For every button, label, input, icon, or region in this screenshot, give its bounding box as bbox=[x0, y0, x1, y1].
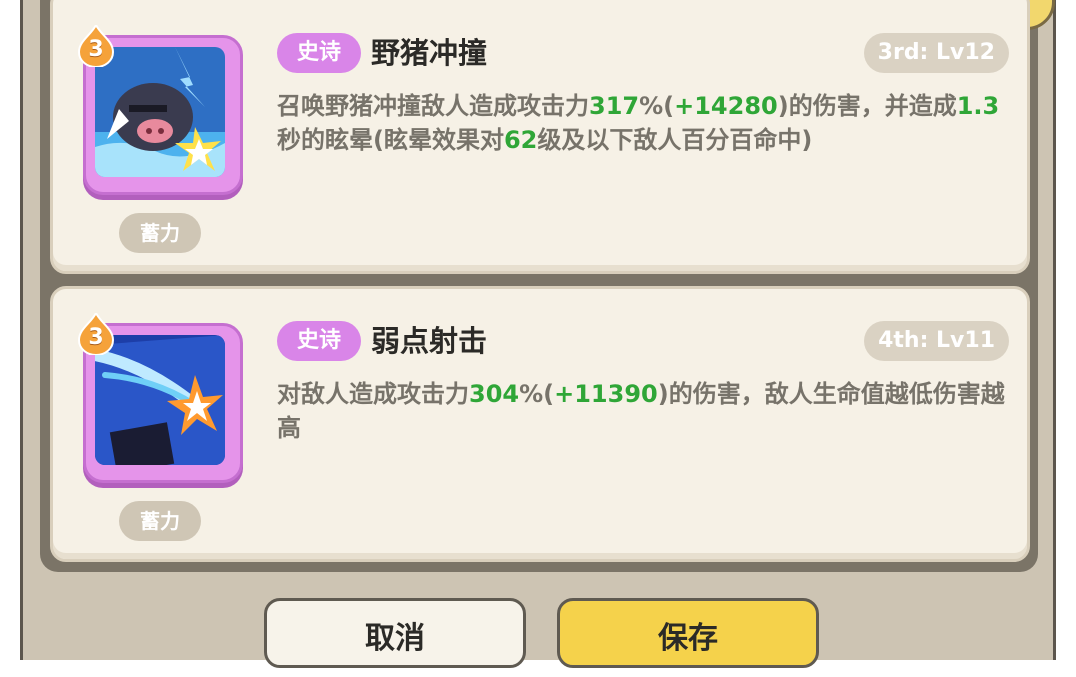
skill-level-badge: 3 bbox=[77, 22, 115, 69]
rarity-tag: 史诗 bbox=[277, 33, 361, 73]
skill-slot-level: 4th: Lv11 bbox=[864, 321, 1009, 361]
skill-card[interactable]: 3 蓄力 史诗 弱点射击 4th: Lv11 对敌人造成攻击力304%(+113… bbox=[50, 286, 1030, 562]
skill-description: 对敌人造成攻击力304%(+11390)的伤害，敌人生命值越低伤害越高 bbox=[277, 380, 1005, 442]
skill-icon-wrap: 3 bbox=[77, 22, 243, 195]
skill-description: 召唤野猪冲撞敌人造成攻击力317%(+14280)的伤害，并造成1.3秒的眩晕(… bbox=[277, 92, 1000, 154]
cancel-button[interactable]: 取消 bbox=[264, 598, 526, 668]
left-margin bbox=[0, 0, 20, 645]
right-margin bbox=[1056, 0, 1076, 645]
skill-slot-level: 3rd: Lv12 bbox=[863, 33, 1009, 73]
skill-icon-wrap: 3 bbox=[77, 310, 243, 483]
skill-type-tag: 蓄力 bbox=[119, 213, 201, 253]
skill-type-tag: 蓄力 bbox=[119, 501, 201, 541]
save-button[interactable]: 保存 bbox=[557, 598, 819, 668]
skill-level-badge: 3 bbox=[77, 310, 115, 357]
skill-card[interactable]: 3 蓄力 史诗 野猪冲撞 3rd: Lv12 召唤野猪冲撞敌人造成攻击力317%… bbox=[50, 0, 1030, 274]
skill-name: 弱点射击 bbox=[371, 324, 488, 358]
rarity-tag: 史诗 bbox=[277, 321, 361, 361]
skill-name: 野猪冲撞 bbox=[371, 36, 488, 70]
